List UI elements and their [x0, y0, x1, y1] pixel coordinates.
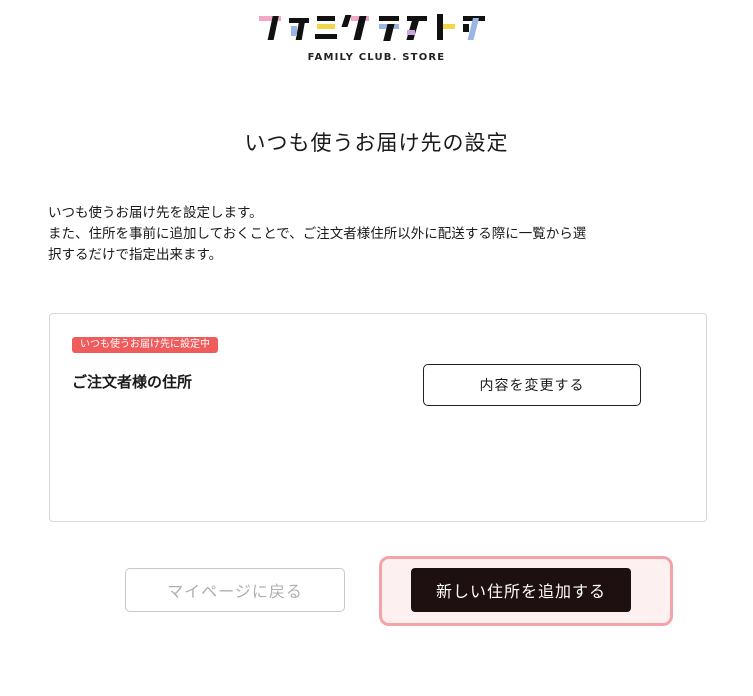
address-card: いつも使うお届け先に設定中 ご注文者様の住所 内容を変更する [49, 313, 707, 522]
logo-subtitle: FAMILY CLUB. STORE [307, 52, 446, 63]
site-logo[interactable]: FAMILY CLUB. STORE [0, 10, 753, 63]
description-line-2: また、住所を事前に追加しておくことで、ご注文者様住所以外に配送する際に一覧から選 [48, 226, 587, 242]
address-name: ご注文者様の住所 [72, 373, 193, 391]
page-description: いつも使うお届け先を設定します。 また、住所を事前に追加しておくことで、ご注文者… [48, 203, 718, 266]
description-line-3: 択するだけで指定出来ます。 [48, 247, 223, 263]
back-to-mypage-button[interactable]: マイページに戻る [125, 568, 345, 612]
default-address-badge: いつも使うお届け先に設定中 [72, 337, 218, 353]
edit-address-button[interactable]: 内容を変更する [423, 364, 641, 406]
description-line-1: いつも使うお届け先を設定します。 [48, 205, 263, 221]
add-new-address-button[interactable]: 新しい住所を追加する [411, 568, 631, 612]
logo-mark [257, 10, 497, 44]
logo-graphic [258, 14, 485, 41]
page-title: いつも使うお届け先の設定 [244, 131, 509, 155]
